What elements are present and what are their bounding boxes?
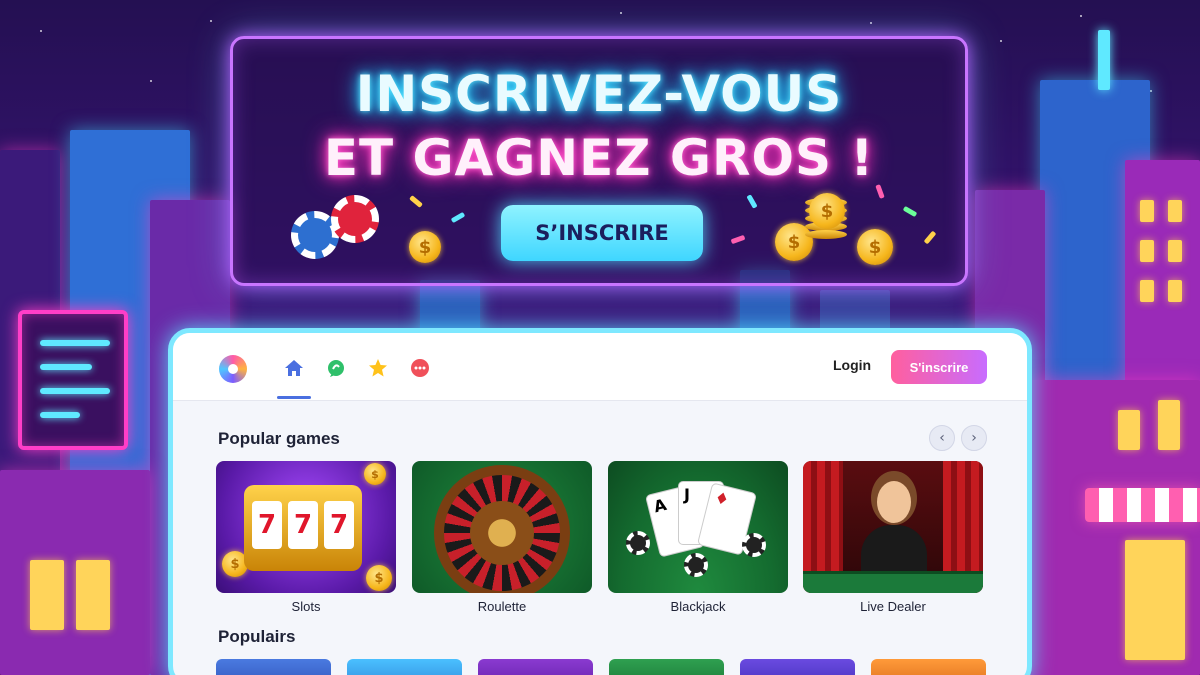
mini-game-card[interactable] xyxy=(347,659,462,675)
slots-thumbnail: $ $ $ 7 7 7 xyxy=(216,461,396,593)
popular-games-title: Popular games xyxy=(218,429,340,448)
mini-game-card[interactable] xyxy=(478,659,593,675)
coin-icon: $ xyxy=(857,229,893,265)
blackjack-thumbnail: A J ♦ xyxy=(608,461,788,593)
coin-icon: $ xyxy=(809,193,845,229)
live-dealer-thumbnail xyxy=(803,461,983,593)
populairs-title: Populairs xyxy=(218,627,296,646)
game-label: Live Dealer xyxy=(860,599,926,614)
game-card-blackjack[interactable]: A J ♦ Blackjack xyxy=(608,461,788,614)
signup-button[interactable]: S'inscrire xyxy=(891,350,987,384)
home-icon[interactable] xyxy=(277,357,311,399)
hero-title-line1: INSCRIVEZ-VOUS xyxy=(355,65,843,123)
game-label: Blackjack xyxy=(670,599,726,614)
shop-awning xyxy=(1085,488,1200,522)
logo-icon[interactable] xyxy=(219,355,247,383)
game-card-roulette[interactable]: Roulette xyxy=(412,461,592,614)
game-label: Roulette xyxy=(477,599,527,614)
mini-game-card[interactable] xyxy=(871,659,986,675)
star-icon[interactable] xyxy=(367,357,389,379)
chat-icon[interactable] xyxy=(325,357,347,379)
mini-game-card[interactable] xyxy=(740,659,855,675)
more-icon[interactable] xyxy=(409,357,431,379)
chevron-left-icon[interactable]: ‹ xyxy=(929,425,955,451)
coin-icon: $ xyxy=(409,231,441,263)
game-card-live-dealer[interactable]: Live Dealer xyxy=(803,461,983,614)
mini-game-card[interactable] xyxy=(609,659,724,675)
roulette-thumbnail xyxy=(412,461,592,593)
mini-game-card[interactable] xyxy=(216,659,331,675)
game-card-slots[interactable]: $ $ $ 7 7 7 Slots xyxy=(216,461,396,614)
hero-title-line2: ET GAGNEZ GROS ! xyxy=(323,129,875,187)
hero-banner: INSCRIVEZ-VOUS ET GAGNEZ GROS ! $ S’INSC… xyxy=(230,36,968,286)
hero-signup-button[interactable]: S’INSCRIRE xyxy=(501,205,703,261)
app-window: Login S'inscrire Popular games ‹ › $ $ $… xyxy=(168,328,1032,675)
top-nav-bar: Login S'inscrire xyxy=(173,333,1027,401)
neon-sign xyxy=(18,310,128,450)
game-label: Slots xyxy=(291,599,321,614)
login-link[interactable]: Login xyxy=(833,357,871,373)
poker-chip-red-icon xyxy=(331,195,379,243)
chevron-right-icon[interactable]: › xyxy=(961,425,987,451)
